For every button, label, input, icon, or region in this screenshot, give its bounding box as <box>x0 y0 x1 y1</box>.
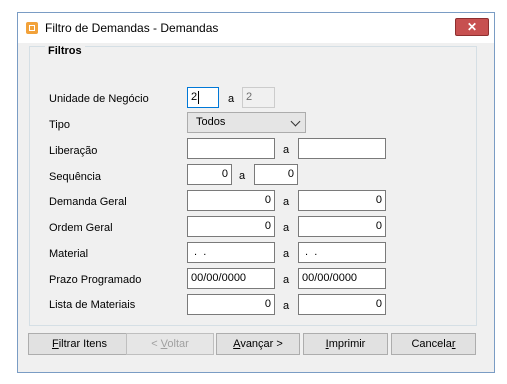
unidade-label: Unidade de Negócio <box>49 93 149 105</box>
cancelar-label: Cancela <box>411 338 452 350</box>
sequencia-to-input[interactable]: 0 <box>254 164 298 185</box>
unidade-to-input[interactable]: 2 <box>242 87 275 108</box>
filtrar-label: iltrar Itens <box>58 338 108 350</box>
cancelar-button[interactable]: Cancelar <box>391 333 476 355</box>
ordem-geral-label: Ordem Geral <box>49 222 113 234</box>
unidade-from-input[interactable]: 2 <box>187 87 219 108</box>
filtrar-itens-button[interactable]: Filtrar Itens <box>28 333 131 355</box>
material-to-input[interactable]: . . <box>298 242 386 263</box>
imprimir-label: mprimir <box>328 338 366 350</box>
window-title: Filtro de Demandas - Demandas <box>45 21 219 35</box>
lista-from-input[interactable]: 0 <box>187 294 275 315</box>
ordem-geral-from-input[interactable]: 0 <box>187 216 275 237</box>
imprimir-button[interactable]: Imprimir <box>303 333 388 355</box>
title-bar: Filtro de Demandas - Demandas ✕ <box>18 13 494 43</box>
material-from-input[interactable]: . . <box>187 242 275 263</box>
lista-separator: a <box>283 300 290 312</box>
cancelar-mnemonic: r <box>451 338 456 350</box>
lista-label: Lista de Materiais <box>49 299 136 311</box>
prazo-label: Prazo Programado <box>49 274 142 286</box>
app-icon <box>26 22 38 34</box>
unidade-from-value: 2 <box>191 91 198 103</box>
text-caret <box>198 90 200 104</box>
demanda-geral-to-input[interactable]: 0 <box>298 190 386 211</box>
voltar-label: oltar <box>167 338 189 350</box>
avancar-label: vançar > <box>240 338 283 350</box>
sequencia-separator: a <box>239 170 246 182</box>
material-label: Material <box>49 248 89 260</box>
demanda-geral-from-input[interactable]: 0 <box>187 190 275 211</box>
material-separator: a <box>283 248 290 260</box>
demanda-geral-separator: a <box>283 196 290 208</box>
filters-legend: Filtros <box>45 45 85 57</box>
liberacao-label: Liberação <box>49 145 98 157</box>
chevron-down-icon <box>290 116 301 127</box>
liberacao-from-input[interactable] <box>187 138 275 159</box>
sequencia-from-input[interactable]: 0 <box>187 164 232 185</box>
prazo-to-input[interactable]: 00/00/0000 <box>298 268 386 289</box>
lista-to-input[interactable]: 0 <box>298 294 386 315</box>
sequencia-label: Sequência <box>49 171 101 183</box>
ordem-geral-to-input[interactable]: 0 <box>298 216 386 237</box>
close-icon: ✕ <box>466 20 478 34</box>
prazo-from-input[interactable]: 00/00/0000 <box>187 268 275 289</box>
prazo-separator: a <box>283 274 290 286</box>
voltar-button[interactable]: < Voltar <box>126 333 214 355</box>
avancar-button[interactable]: Avançar > <box>216 333 300 355</box>
liberacao-to-input[interactable] <box>298 138 386 159</box>
close-button[interactable]: ✕ <box>455 18 489 36</box>
filtrar-mnemonic: F <box>51 338 59 350</box>
tipo-selected-value: Todos <box>196 116 226 128</box>
unidade-separator: a <box>228 93 235 105</box>
ordem-geral-separator: a <box>283 222 290 234</box>
voltar-prefix: < <box>151 338 161 350</box>
dialog-window: Filtro de Demandas - Demandas ✕ Filtros … <box>17 12 495 373</box>
tipo-select[interactable]: Todos <box>187 112 306 133</box>
demanda-geral-label: Demanda Geral <box>49 196 127 208</box>
liberacao-separator: a <box>283 144 290 156</box>
tipo-label: Tipo <box>49 119 70 131</box>
